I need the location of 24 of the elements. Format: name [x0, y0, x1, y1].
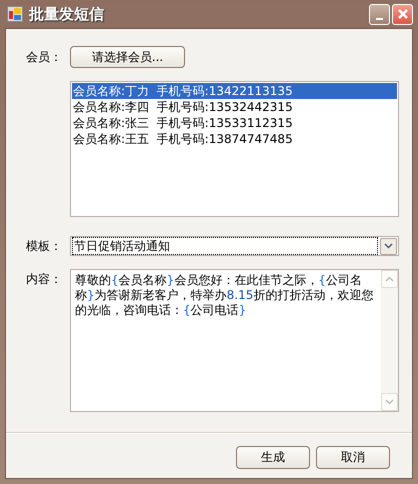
- scroll-up-icon: [385, 276, 394, 282]
- minimize-button[interactable]: [369, 4, 390, 24]
- minimize-icon: [376, 18, 383, 20]
- close-icon: [396, 8, 408, 20]
- chevron-down-icon: [384, 243, 393, 249]
- select-member-button[interactable]: 请选择会员...: [70, 46, 185, 68]
- scroll-bar[interactable]: [381, 270, 398, 411]
- dialog-button[interactable]: 生成: [236, 446, 310, 469]
- member-list-item[interactable]: 会员名称:丁力 手机号码:13422113135: [72, 83, 397, 99]
- content-text-area[interactable]: 尊敬的{会员名称}会员您好：在此佳节之际，{公司名称}为答谢新老客户，特举办8.15折的打折活动，欢迎您的光临，咨询电话：{公司电话}: [70, 269, 399, 412]
- template-dropdown[interactable]: 节日促销活动通知: [70, 236, 399, 256]
- dialog-button[interactable]: 取消: [316, 446, 390, 469]
- member-list-item[interactable]: 会员名称:张三 手机号码:13533112315: [72, 115, 397, 131]
- close-button[interactable]: [392, 4, 413, 24]
- member-list-item[interactable]: 会员名称:李四 手机号码:13532442315: [72, 99, 397, 115]
- scroll-down-icon: [385, 399, 394, 405]
- window-title: 批量发短信: [29, 4, 105, 24]
- dropdown-button[interactable]: [380, 238, 397, 254]
- content-label: 内容：: [25, 271, 63, 288]
- app-icon: [7, 6, 23, 22]
- member-list-item[interactable]: 会员名称:王五 手机号码:13874747485: [72, 131, 397, 147]
- template-label: 模板：: [25, 238, 63, 254]
- member-list[interactable]: 会员名称:丁力 手机号码:13422113135 会员名称:李四 手机号码:13532442315 会员名称:张三 手机号码:13533112315 会员名称:王五 手机号码:13874747485: [70, 81, 399, 217]
- member-label: 会员：: [25, 48, 63, 66]
